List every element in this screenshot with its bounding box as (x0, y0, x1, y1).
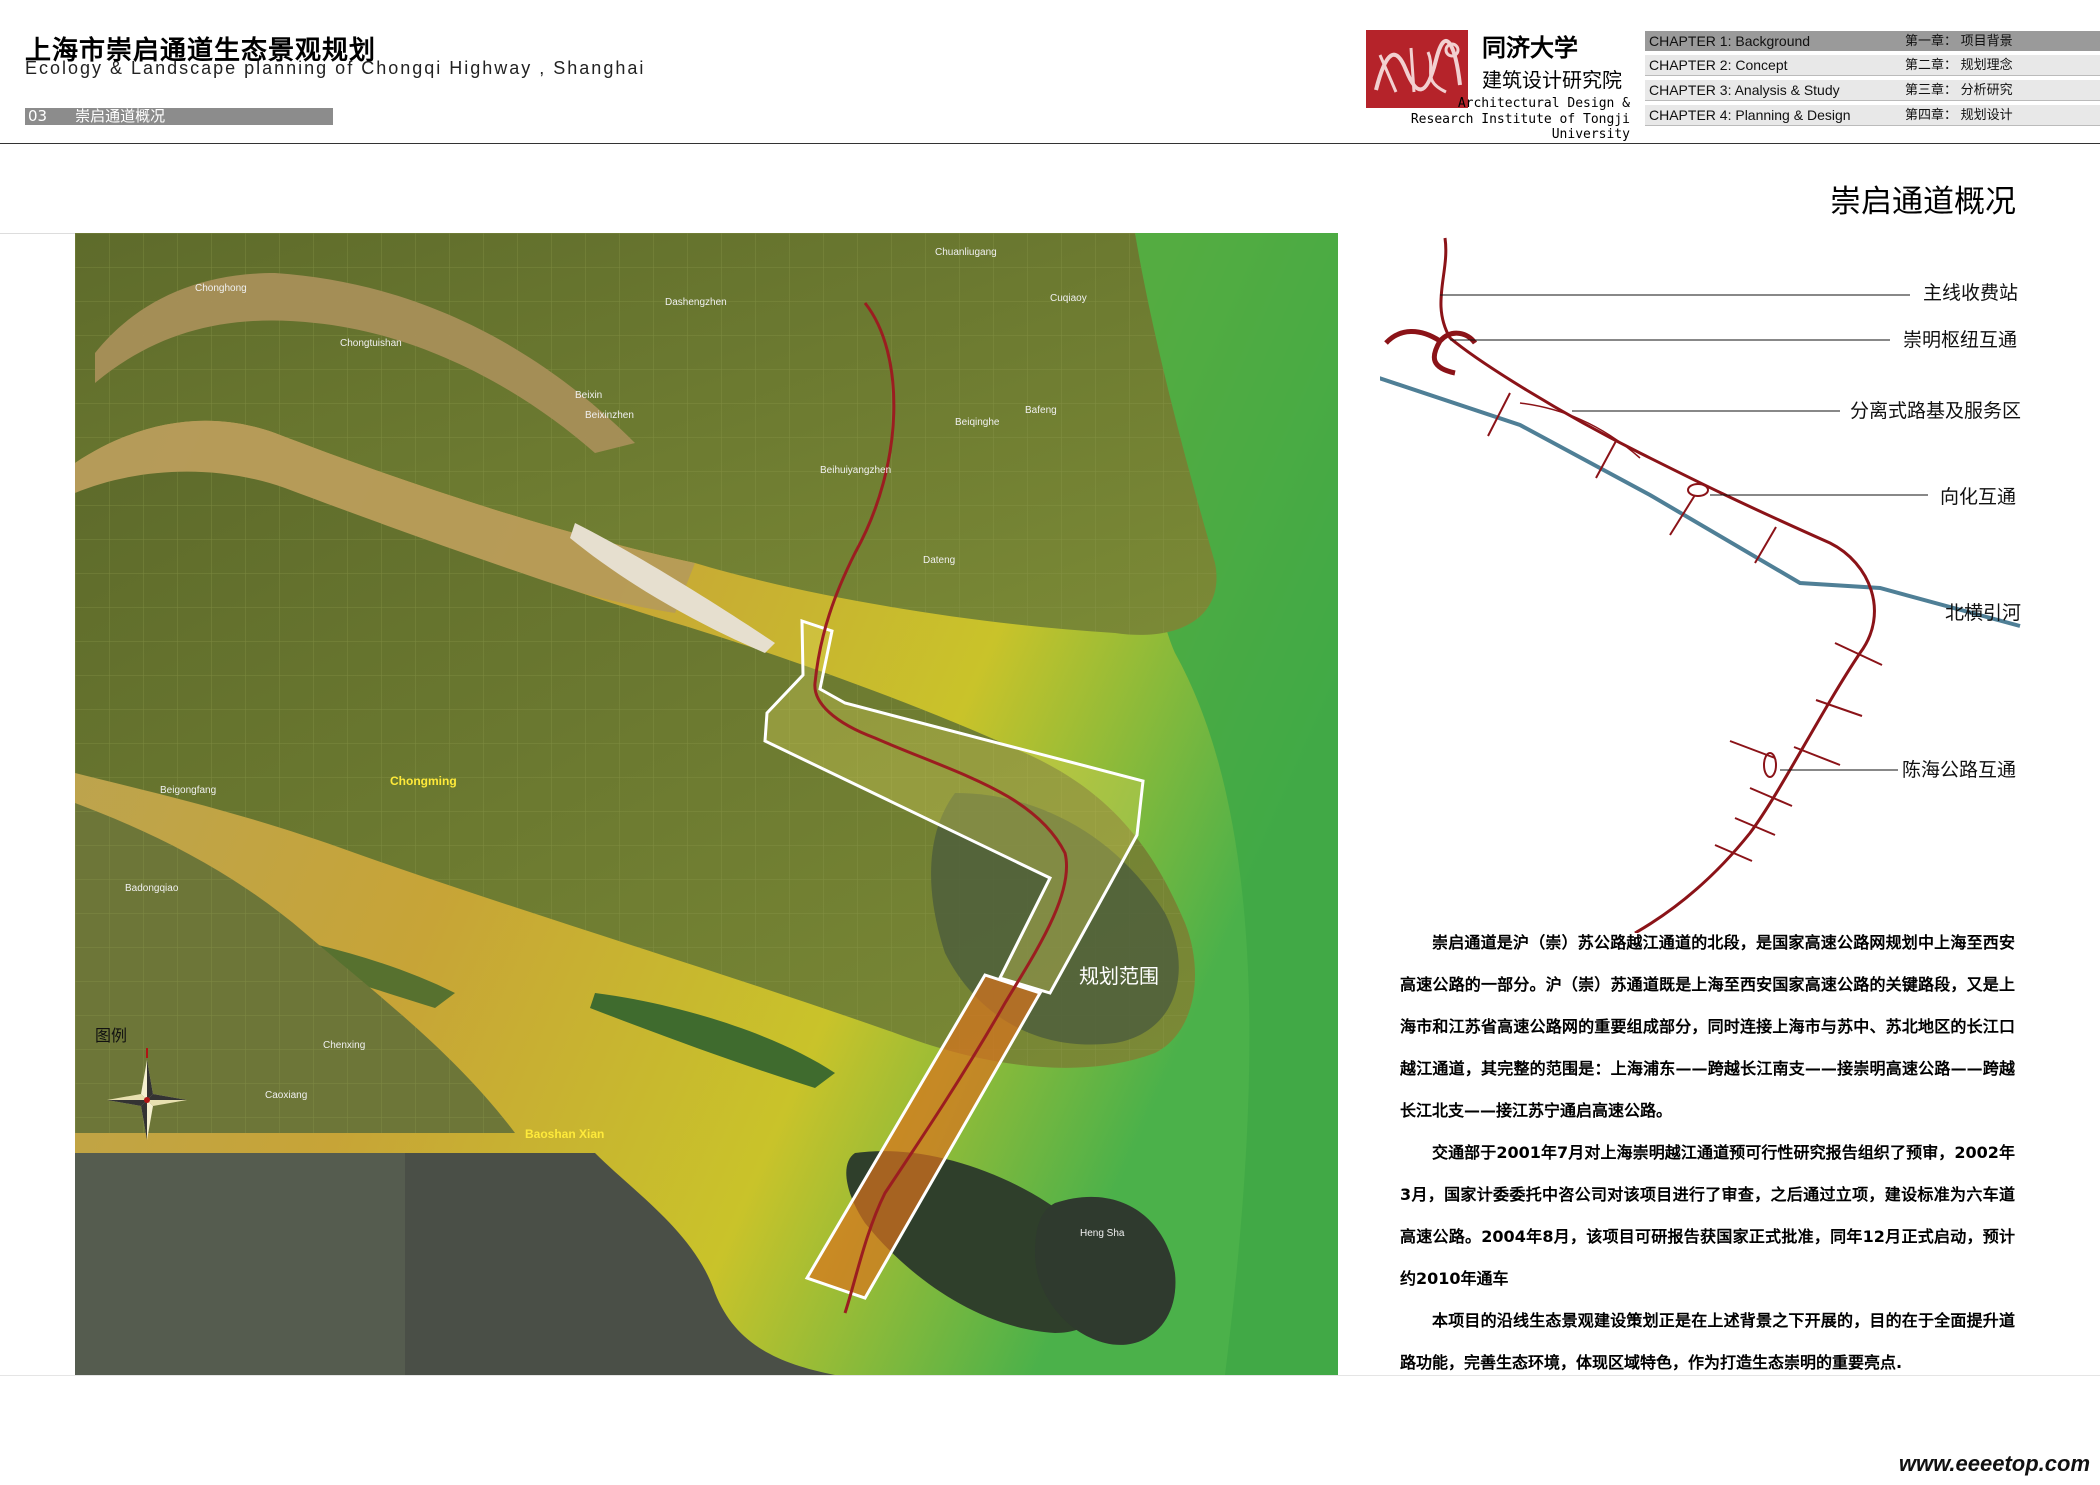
section-number: 03 (28, 107, 48, 125)
section-name: 崇启通道概况 (75, 107, 166, 125)
chapter-label-en: CHAPTER 2: Concept (1649, 57, 1788, 73)
chenhai-label: 陈海公路互通 (1902, 759, 2016, 781)
place-label: Chuanliugang (935, 247, 997, 258)
paragraph: 本项目的沿线生态景观建设策划正是在上述背景之下开展的，目的在于全面提升道路功能，… (1400, 1311, 2015, 1372)
place-label: Badongqiao (125, 883, 179, 894)
leader-lines (1440, 294, 1928, 771)
hub-interchange-mark (1384, 329, 1478, 376)
chapter-3-tab[interactable]: CHAPTER 3: Analysis & Study 第三章： 分析研究 (1645, 80, 2100, 101)
place-label: Dateng (923, 555, 955, 566)
divider (0, 233, 75, 234)
xianghua-label: 向化互通 (1940, 486, 2016, 508)
institute-name-en-2: Research Institute of Tongji University (1410, 112, 1630, 142)
description-text: 崇启通道是沪（崇）苏公路越江通道的北段，是国家高速公路网规划中上海至西安高速公路… (1400, 922, 2015, 1384)
legend-label: 图例 (95, 1026, 127, 1045)
service-area-label: 分离式路基及服务区 (1850, 400, 2021, 422)
chapter-4-tab[interactable]: CHAPTER 4: Planning & Design 第四章： 规划设计 (1645, 105, 2100, 126)
watermark: www.eeeetop.com (1898, 1451, 2090, 1476)
institute-name-en-1: Architectural Design & (1457, 96, 1630, 111)
place-label: Beigongfang (160, 785, 216, 796)
page-subtitle: Ecology & Landscape planning of Chongqi … (25, 58, 646, 78)
toll-station-label: 主线收费站 (1923, 282, 2018, 304)
place-label: Beixin (575, 390, 602, 401)
chapter-2-tab[interactable]: CHAPTER 2: Concept 第二章： 规划理念 (1645, 55, 2100, 76)
urban-area (75, 1153, 405, 1375)
beiheng-river-label: 北横引河 (1945, 602, 2021, 624)
place-label-chongming: Chongming (390, 774, 457, 788)
place-label: Cuqiaoy (1050, 293, 1087, 304)
chapter-label-cn: 第一章： 项目背景 (1905, 33, 2013, 48)
route-diagram: 主线收费站 崇明枢纽互通 分离式路基及服务区 向化互通 北横引河 陈海公路互通 (1369, 233, 2100, 935)
satellite-map[interactable]: Chonghong Chongtuishan Beixin Beixinzhen… (75, 233, 1338, 1375)
place-label: Heng Sha (1080, 1228, 1125, 1239)
place-label: Chonghong (195, 283, 247, 294)
institute-dept-cn: 建筑设计研究院 (1482, 68, 1622, 92)
section-bar: 03 崇启通道概况 (25, 108, 333, 125)
place-label: Beiqinghe (955, 417, 1000, 428)
institute-name-cn: 同济大学 (1482, 33, 1578, 62)
paragraph: 崇启通道是沪（崇）苏公路越江通道的北段，是国家高速公路网规划中上海至西安高速公路… (1400, 933, 2015, 1120)
place-label: Beihuiyangzhen (820, 465, 891, 476)
place-label: Bafeng (1025, 405, 1057, 416)
place-label-baoshan: Baoshan Xian (525, 1127, 604, 1141)
chapter-label-cn: 第二章： 规划理念 (1905, 57, 2013, 72)
planning-range-label: 规划范围 (1079, 964, 1159, 988)
chapter-label-en: CHAPTER 1: Background (1649, 33, 1811, 49)
place-label: Chenxing (323, 1040, 365, 1051)
crossing-ticks (1487, 392, 1883, 862)
xianghua-interchange-mark (1687, 483, 1709, 497)
chapter-label-cn: 第四章： 规划设计 (1905, 107, 2013, 122)
place-label: Caoxiang (265, 1090, 307, 1101)
header-divider (0, 143, 2100, 144)
chapter-label-cn: 第三章： 分析研究 (1905, 82, 2013, 97)
page-heading: 崇启通道概况 (1830, 184, 2016, 220)
chapter-label-en: CHAPTER 4: Planning & Design (1649, 107, 1851, 123)
chapter-label-en: CHAPTER 3: Analysis & Study (1649, 82, 1840, 98)
place-label: Chongtuishan (340, 338, 402, 349)
place-label: Beixinzhen (585, 410, 634, 421)
chapter-1-tab[interactable]: CHAPTER 1: Background 第一章： 项目背景 (1645, 31, 2100, 51)
place-label: Dashengzhen (665, 297, 727, 308)
paragraph: 交通部于2001年7月对上海崇明越江通道预可行性研究报告组织了预审，2002年3… (1400, 1143, 2015, 1288)
chongming-hub-label: 崇明枢纽互通 (1903, 329, 2017, 351)
